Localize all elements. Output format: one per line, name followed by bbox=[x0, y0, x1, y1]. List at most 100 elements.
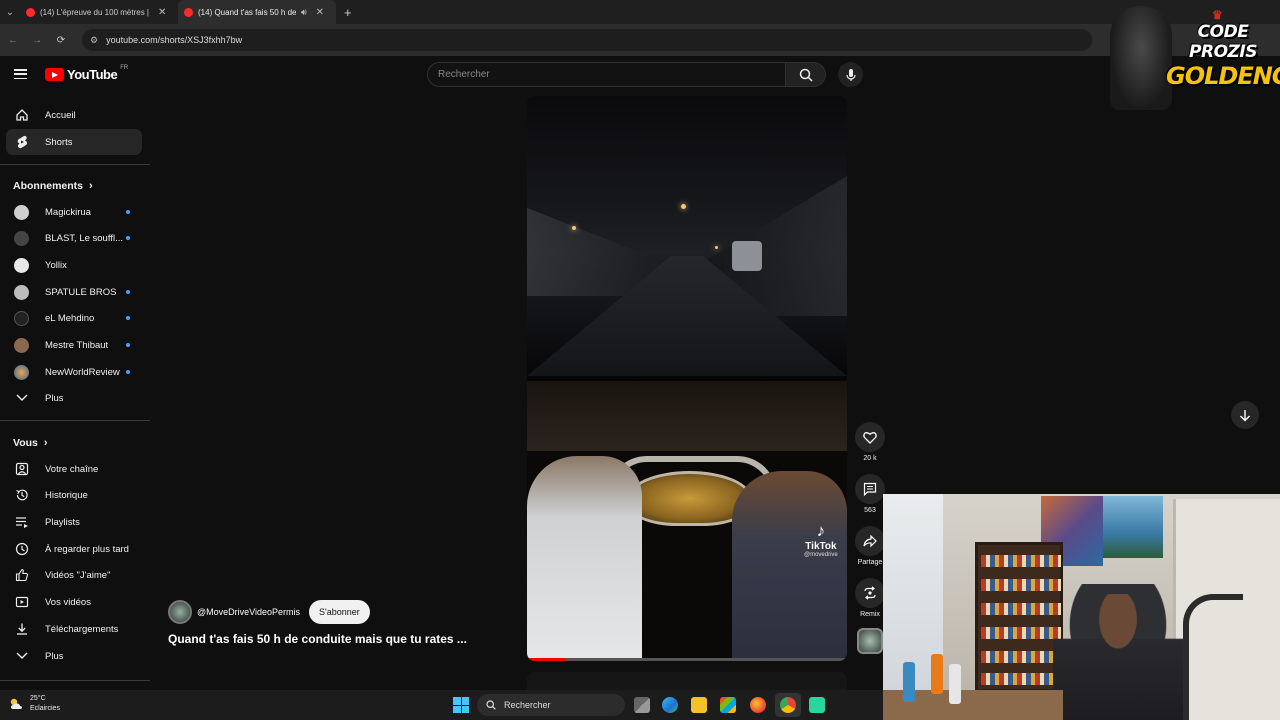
download-icon bbox=[14, 622, 29, 637]
youtube-logo[interactable]: YouTube FR bbox=[45, 65, 128, 82]
voice-search-button[interactable] bbox=[838, 62, 863, 87]
youtube-favicon-icon bbox=[26, 7, 35, 17]
you-header[interactable]: Vous › bbox=[13, 437, 48, 449]
youtube-favicon-icon bbox=[184, 7, 193, 17]
browser-tab-bar: ⌄ (14) L'épreuve du 100 mètres | ✕ (14) … bbox=[0, 0, 1280, 24]
site-info-icon[interactable]: ⚙ bbox=[90, 35, 98, 46]
sidebar-item-downloads[interactable]: Téléchargements bbox=[6, 616, 142, 642]
new-tab-button[interactable]: + bbox=[344, 5, 352, 20]
menu-icon[interactable] bbox=[14, 69, 27, 79]
video-progress-fill bbox=[527, 658, 566, 661]
sidebar-item-subscription[interactable]: Mestre Thibaut bbox=[6, 332, 142, 358]
windows-taskbar: 25°C Eclaircies Rechercher bbox=[0, 690, 883, 720]
sidebar-item-label: BLAST, Le souffl... bbox=[45, 232, 123, 244]
sidebar-item-label: Vos vidéos bbox=[45, 596, 91, 608]
tab-2-title: (14) Quand t'as fais 50 h de bbox=[198, 7, 296, 17]
sidebar-item-label: Téléchargements bbox=[45, 623, 119, 635]
firefox-icon[interactable] bbox=[750, 697, 766, 713]
weather-widget[interactable]: 25°C Eclaircies bbox=[8, 694, 60, 714]
subscriptions-title: Abonnements bbox=[13, 180, 84, 192]
chrome-icon[interactable] bbox=[780, 697, 796, 713]
search-button[interactable] bbox=[786, 62, 826, 87]
close-tab-icon[interactable]: ✕ bbox=[158, 7, 166, 18]
comment-icon bbox=[863, 482, 877, 496]
sidebar-item-history[interactable]: Historique bbox=[6, 482, 142, 508]
speaker-icon[interactable]: 🔊︎ bbox=[301, 7, 307, 18]
channel-avatar bbox=[14, 257, 29, 273]
channel-avatar bbox=[14, 337, 29, 353]
history-icon bbox=[14, 488, 29, 503]
mascot-figure bbox=[1110, 6, 1172, 110]
microsoft-store-icon[interactable] bbox=[720, 697, 736, 713]
tab-1-title: (14) L'épreuve du 100 mètres | bbox=[40, 7, 149, 17]
file-explorer-icon[interactable] bbox=[691, 697, 707, 713]
channel-avatar[interactable] bbox=[168, 600, 192, 624]
sidebar-item-subscription[interactable]: BLAST, Le souffl... bbox=[6, 225, 142, 251]
next-short-preview[interactable] bbox=[527, 672, 847, 692]
sidebar-item-label: Historique bbox=[45, 489, 88, 501]
youtube-header: YouTube FR Rechercher bbox=[0, 56, 1280, 94]
new-content-dot bbox=[126, 370, 130, 374]
subscribe-button[interactable]: S'abonner bbox=[309, 600, 370, 624]
short-title[interactable]: Quand t'as fais 50 h de conduite mais qu… bbox=[168, 632, 508, 646]
sidebar-item-subscription[interactable]: Magickirua bbox=[6, 199, 142, 225]
sidebar-item-more-you[interactable]: Plus bbox=[6, 643, 142, 669]
divider bbox=[0, 164, 150, 165]
video-frame-street bbox=[527, 96, 847, 381]
taskbar-search-placeholder: Rechercher bbox=[504, 700, 551, 710]
sidebar-item-your-videos[interactable]: Vos vidéos bbox=[6, 589, 142, 615]
back-icon[interactable]: ← bbox=[6, 33, 20, 47]
search-input[interactable]: Rechercher bbox=[427, 62, 786, 87]
divider bbox=[0, 680, 150, 681]
tab-2[interactable]: (14) Quand t'as fais 50 h de 🔊︎ ✕ bbox=[178, 0, 336, 24]
tab-1[interactable]: (14) L'épreuve du 100 mètres | ✕ bbox=[20, 0, 178, 24]
sidebar-item-playlists[interactable]: Playlists bbox=[6, 509, 142, 535]
channel-avatar bbox=[14, 230, 29, 246]
close-tab-icon[interactable]: ✕ bbox=[316, 7, 324, 18]
edge-icon[interactable] bbox=[662, 697, 678, 713]
new-content-dot bbox=[126, 343, 130, 347]
sidebar-item-subscription[interactable]: Yollix bbox=[6, 252, 142, 278]
sidebar-item-your-channel[interactable]: Votre chaîne bbox=[6, 456, 142, 482]
your-videos-icon bbox=[14, 595, 29, 610]
sound-thumbnail[interactable] bbox=[857, 628, 883, 654]
youtube-wordmark: YouTube bbox=[67, 67, 118, 82]
chevron-right-icon: › bbox=[89, 180, 93, 192]
tab-search-icon[interactable]: ⌄ bbox=[0, 0, 20, 24]
forward-icon[interactable]: → bbox=[30, 33, 44, 47]
like-icon bbox=[14, 568, 29, 583]
address-bar[interactable]: ⚙ youtube.com/shorts/XSJ3fxhh7bw bbox=[82, 29, 1092, 51]
bottle bbox=[949, 664, 961, 704]
webcam-overlay bbox=[883, 494, 1280, 720]
video-progress-bar[interactable] bbox=[527, 658, 847, 661]
sidebar-item-more-subscriptions[interactable]: Plus bbox=[6, 385, 142, 411]
sidebar-item-subscription[interactable]: NewWorldReview bbox=[6, 359, 142, 385]
channel-name[interactable]: @MoveDriveVideoPermis bbox=[197, 607, 300, 617]
new-content-dot bbox=[126, 210, 130, 214]
chevron-down-icon bbox=[14, 649, 29, 664]
sidebar-item-home[interactable]: Accueil bbox=[6, 102, 142, 128]
like-button[interactable]: 20 k bbox=[852, 422, 888, 462]
sidebar-item-subscription[interactable]: SPATULE BROS bbox=[6, 279, 142, 305]
task-view-icon[interactable] bbox=[634, 697, 650, 713]
home-icon bbox=[14, 108, 29, 123]
sidebar-item-shorts[interactable]: Shorts bbox=[6, 129, 142, 155]
windows-start-icon[interactable] bbox=[453, 697, 469, 713]
watch-later-icon bbox=[14, 542, 29, 557]
channel-avatar bbox=[14, 284, 29, 300]
sidebar: Accueil Shorts Abonnements › Magickirua … bbox=[0, 100, 152, 690]
sidebar-item-label: NewWorldReview bbox=[45, 366, 120, 378]
new-content-dot bbox=[126, 316, 130, 320]
sidebar-item-label: Plus bbox=[45, 392, 64, 404]
next-short-button[interactable] bbox=[1231, 401, 1259, 429]
sidebar-item-watch-later[interactable]: À regarder plus tard bbox=[6, 536, 142, 562]
subscriptions-header[interactable]: Abonnements › bbox=[13, 180, 93, 192]
tiktok-watermark-text: TikTok bbox=[805, 541, 837, 552]
discord-icon[interactable] bbox=[809, 697, 825, 713]
reload-icon[interactable]: ⟳ bbox=[54, 33, 68, 47]
sidebar-item-subscription[interactable]: eL Mehdino bbox=[6, 305, 142, 331]
heart-icon bbox=[863, 431, 877, 444]
taskbar-search[interactable]: Rechercher bbox=[477, 694, 625, 716]
shorts-video-player[interactable]: ♪ TikTok @movedrive bbox=[527, 96, 847, 661]
sidebar-item-liked-videos[interactable]: Vidéos "J'aime" bbox=[6, 562, 142, 588]
